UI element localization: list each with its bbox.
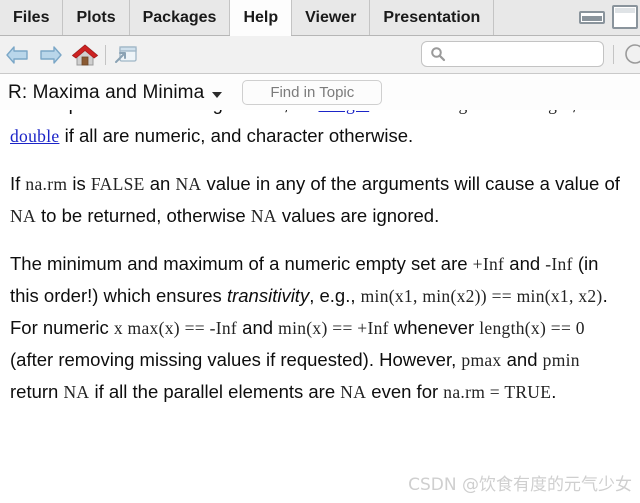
help-search-container <box>421 41 604 67</box>
body-text: (after removing missing values if reques… <box>10 349 462 370</box>
body-text: even for <box>366 381 444 402</box>
pane-tab-bar: Files Plots Packages Help Viewer Present… <box>0 0 640 36</box>
inline-code: NA <box>10 206 36 226</box>
body-text: and <box>501 349 543 370</box>
forward-button[interactable] <box>34 38 68 72</box>
show-in-new-window-icon <box>115 45 137 63</box>
inline-code: pmin <box>542 350 580 370</box>
help-pane: Files Plots Packages Help Viewer Present… <box>0 0 640 503</box>
inline-code: pmax <box>461 350 502 370</box>
inline-code: integer <box>521 110 572 114</box>
tab-viewer[interactable]: Viewer <box>292 0 371 35</box>
inline-code: NA <box>175 174 202 194</box>
help-content-scroll[interactable]: values present in their arguments, as in… <box>0 110 640 503</box>
help-refresh-button[interactable] <box>624 43 640 70</box>
inline-code: min(x1, min(x2)) == min(x1, x2) <box>360 286 603 306</box>
body-text: or <box>494 110 521 114</box>
inline-code: FALSE <box>90 174 145 194</box>
body-text: whenever <box>388 317 480 338</box>
help-topic-bar: R: Maxima and Minima <box>0 74 640 112</box>
body-text: values present in their arguments, as <box>10 110 319 114</box>
body-text: is <box>67 173 91 194</box>
tab-label: Viewer <box>305 8 357 26</box>
body-text: return <box>10 381 64 402</box>
refresh-circle-icon <box>625 44 640 64</box>
toolbar-separator-right <box>613 45 614 64</box>
toolbar-separator <box>105 44 106 65</box>
emphasis-text: transitivity <box>226 285 310 306</box>
inline-code: length(x) == 0 <box>479 318 585 338</box>
body-text: The minimum and maximum of a numeric emp… <box>10 253 473 274</box>
body-text: if all the parallel elements are <box>89 381 341 402</box>
inline-code: +Inf <box>472 254 505 274</box>
home-icon <box>71 43 99 65</box>
help-link[interactable]: integer <box>319 110 370 114</box>
chevron-down-icon[interactable] <box>212 91 223 98</box>
tab-help[interactable]: Help <box>229 0 293 36</box>
body-text: , e.g., <box>309 285 361 306</box>
inline-code: -Inf <box>545 254 573 274</box>
pane-window-controls <box>579 0 640 34</box>
tab-label: Help <box>243 8 279 26</box>
inline-code: x max(x) == -Inf <box>113 318 238 338</box>
help-topic-title[interactable]: R: Maxima and Minima <box>8 82 204 104</box>
search-icon <box>431 47 446 62</box>
inline-code: na.rm <box>25 174 68 194</box>
body-text: an <box>144 173 176 194</box>
body-text: values are ignored. <box>276 205 440 226</box>
tab-label: Files <box>13 8 50 26</box>
back-arrow-icon <box>6 45 28 64</box>
body-text: and <box>504 253 546 274</box>
p-na-rm: If na.rm is FALSE an NA value in any of … <box>10 168 630 232</box>
home-button[interactable] <box>68 38 102 72</box>
maximize-icon[interactable] <box>612 5 638 29</box>
help-search-input[interactable] <box>452 46 592 62</box>
body-text: If <box>10 173 26 194</box>
tab-packages[interactable]: Packages <box>129 0 231 35</box>
help-document: values present in their arguments, as in… <box>10 110 630 408</box>
show-in-new-window-button[interactable] <box>109 38 143 72</box>
body-text: . <box>551 381 557 402</box>
inline-code: NA <box>340 382 367 402</box>
tab-presentation[interactable]: Presentation <box>370 0 495 35</box>
forward-arrow-icon <box>40 45 62 64</box>
tab-label: Presentation <box>383 8 481 26</box>
help-link[interactable]: double <box>10 126 59 146</box>
find-in-topic-input[interactable] <box>243 84 382 101</box>
p-empty-set: The minimum and maximum of a numeric emp… <box>10 248 630 408</box>
inline-code: logical <box>444 110 494 114</box>
inline-code: na.rm = TRUE <box>443 382 552 402</box>
tab-label: Plots <box>76 8 116 26</box>
body-text: if all are <box>369 110 444 114</box>
tab-files[interactable]: Files <box>0 0 64 35</box>
back-button[interactable] <box>0 38 34 72</box>
inline-code: NA <box>63 382 90 402</box>
minimize-icon[interactable] <box>579 10 605 24</box>
inline-code: min(x) == +Inf <box>278 318 389 338</box>
help-search-box[interactable] <box>421 41 604 67</box>
inline-code: NA <box>250 206 277 226</box>
help-toolbar <box>0 36 640 74</box>
p-return-value: values present in their arguments, as in… <box>10 110 630 152</box>
tab-label: Packages <box>142 8 217 26</box>
body-text: value in any of the arguments will cause… <box>201 173 620 194</box>
body-text: to be returned, otherwise <box>35 205 251 226</box>
find-in-topic-box[interactable] <box>242 80 383 105</box>
tab-plots[interactable]: Plots <box>63 0 130 35</box>
body-text: and <box>237 317 279 338</box>
body-text: if all are numeric, and character otherw… <box>59 125 414 146</box>
body-text: , as <box>571 110 601 114</box>
